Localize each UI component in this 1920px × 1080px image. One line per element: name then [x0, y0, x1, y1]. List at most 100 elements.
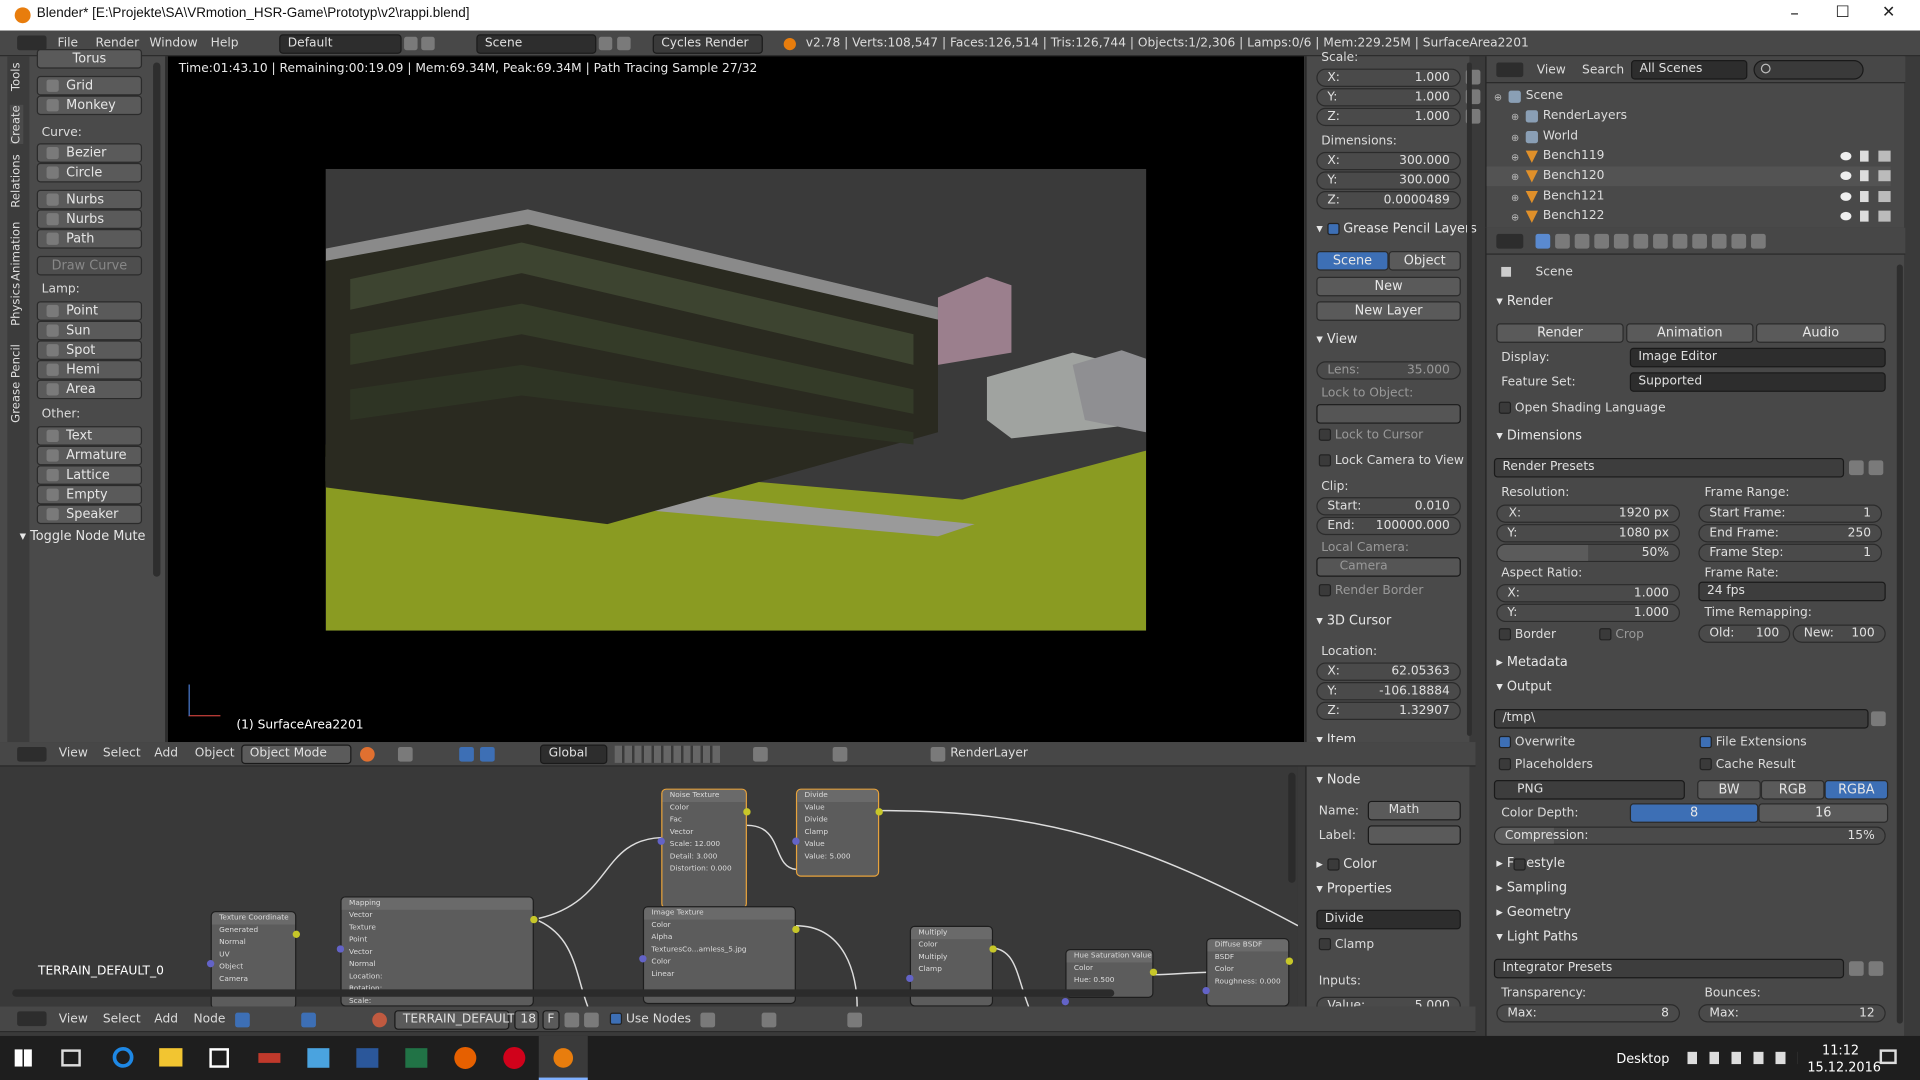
node-socket[interactable] — [1202, 986, 1210, 995]
gp-new-button[interactable]: New — [1316, 276, 1461, 297]
node-title[interactable]: Multiply — [911, 926, 992, 940]
cache-result-checkbox[interactable]: Cache Result — [1699, 757, 1796, 771]
transparency-max-field[interactable]: Max: 8 — [1496, 1004, 1681, 1023]
node-divide[interactable]: Divide Value Divide Clamp Value Value: 5.000 — [795, 788, 880, 877]
placeholders-checkbox[interactable]: Placeholders — [1498, 757, 1593, 771]
node-socket[interactable] — [1149, 968, 1158, 976]
firefox-icon[interactable] — [454, 1046, 477, 1069]
desktop-toolbar[interactable]: Desktop — [1616, 1052, 1669, 1067]
overwrite-checkbox[interactable]: Overwrite — [1498, 735, 1575, 749]
add-spot-lamp-button[interactable]: Spot — [36, 340, 143, 361]
math-operation-select[interactable]: Divide — [1316, 909, 1461, 930]
lens-field[interactable]: Lens: 35.000 — [1316, 361, 1461, 380]
remove-layout-icon[interactable] — [421, 36, 435, 51]
vp-menu-add[interactable]: Add — [154, 747, 178, 760]
render-engine-select[interactable]: Cycles Render — [652, 34, 763, 54]
tab-create[interactable]: Create — [9, 105, 24, 144]
cursor-x-field[interactable]: X: 62.05363 — [1316, 662, 1461, 681]
remove-scene-icon[interactable] — [617, 36, 631, 51]
add-integrator-preset-icon[interactable] — [1848, 961, 1864, 976]
gp-scene-button[interactable]: Scene — [1316, 251, 1389, 271]
remove-integrator-preset-icon[interactable] — [1868, 961, 1884, 976]
properties-scrollbar[interactable] — [1896, 264, 1903, 1024]
sampling-panel[interactable]: ▸ Sampling — [1496, 880, 1567, 895]
tab-physics[interactable]: Physics — [10, 283, 23, 326]
add-scene-icon[interactable] — [598, 36, 613, 51]
selectable-cursor-icon[interactable] — [1860, 210, 1869, 222]
aspect-x-field[interactable]: X: 1.000 — [1496, 584, 1681, 603]
add-sun-lamp-button[interactable]: Sun — [36, 320, 143, 341]
props-tab-modifiers-icon[interactable] — [1653, 233, 1668, 249]
clock-time[interactable]: 11:12 — [1822, 1043, 1859, 1058]
manipulator-icon[interactable] — [459, 746, 474, 762]
outliner-item-scene[interactable]: ⊕ Scene — [1487, 87, 1891, 107]
node-socket[interactable] — [1285, 957, 1294, 965]
remove-preset-icon[interactable] — [1868, 460, 1884, 476]
node-socket[interactable] — [336, 945, 345, 953]
gp-object-button[interactable]: Object — [1388, 251, 1461, 271]
audio-button[interactable]: Audio — [1755, 323, 1886, 343]
expand-icon[interactable]: ⊕ — [1494, 92, 1502, 103]
node-diffuse[interactable]: Diffuse BSDF BSDF Color Roughness: 0.000 — [1206, 937, 1290, 1007]
node-title[interactable]: Image Texture — [644, 907, 795, 920]
file-explorer-icon[interactable] — [159, 1048, 183, 1067]
add-grid-button[interactable]: Grid — [36, 75, 143, 96]
node-row[interactable]: Distortion: 0.000 — [662, 863, 745, 875]
props-tab-data-icon[interactable] — [1672, 233, 1688, 249]
screen-layout-select[interactable]: Default — [279, 34, 402, 54]
expand-icon[interactable]: ⊕ — [1511, 152, 1519, 163]
frame-step-field[interactable]: Frame Step: 1 — [1698, 543, 1883, 563]
add-layout-icon[interactable] — [404, 36, 418, 51]
node-vscrollbar[interactable] — [1288, 772, 1296, 883]
menu-help[interactable]: Help — [211, 37, 239, 50]
props-tab-world-icon[interactable] — [1594, 233, 1609, 249]
vp-menu-select[interactable]: Select — [103, 747, 141, 760]
file-extensions-checkbox[interactable]: File Extensions — [1699, 735, 1807, 749]
time-new-field[interactable]: New: 100 — [1792, 624, 1886, 643]
node-hscrollbar[interactable] — [12, 989, 1115, 997]
node-socket[interactable] — [875, 808, 883, 816]
material-slot-field[interactable]: TERRAIN_DEFAULT_0 — [394, 1010, 529, 1030]
vp-menu-view[interactable]: View — [59, 747, 88, 760]
node-socket[interactable] — [639, 955, 647, 963]
node-socket[interactable] — [792, 925, 800, 934]
grease-pencil-panel[interactable]: ▾ Grease Pencil Layers — [1316, 222, 1477, 237]
expand-icon[interactable]: ⊕ — [1511, 112, 1519, 123]
app-blue-icon[interactable] — [307, 1048, 330, 1068]
scale-x-field[interactable]: X: 1.000 — [1316, 68, 1461, 87]
render-panel[interactable]: ▾ Render — [1496, 294, 1552, 309]
ne-menu-view[interactable]: View — [59, 1013, 88, 1026]
visibility-eye-icon[interactable] — [1840, 211, 1852, 221]
freestyle-panel[interactable]: ▸ Freestyle — [1496, 856, 1565, 871]
add-monkey-button[interactable]: Monkey — [36, 95, 143, 116]
orientation-select[interactable]: Global — [540, 744, 608, 765]
props-tab-object-icon[interactable] — [1613, 233, 1629, 249]
compression-slider[interactable]: Compression: 15% — [1493, 826, 1886, 845]
scale-z-field[interactable]: Z: 1.000 — [1316, 107, 1461, 127]
fake-user-button[interactable]: F — [542, 1010, 560, 1030]
node-title[interactable]: Divide — [797, 789, 878, 803]
node-label-field[interactable] — [1367, 825, 1461, 845]
edge-icon[interactable] — [112, 1046, 134, 1068]
tab-tools[interactable]: Tools — [10, 62, 23, 91]
clamp-checkbox[interactable]: Clamp — [1318, 937, 1374, 951]
visibility-eye-icon[interactable] — [1840, 191, 1852, 201]
shading-icon[interactable] — [360, 746, 375, 762]
selectable-cursor-icon[interactable] — [1860, 190, 1869, 202]
aspect-y-field[interactable]: Y: 1.000 — [1496, 603, 1681, 623]
maximize-button[interactable]: ☐ — [1836, 4, 1850, 22]
freestyle-checkbox[interactable] — [1513, 858, 1526, 871]
node-row[interactable]: Hue: 0.500 — [1067, 975, 1153, 987]
props-tab-constraints-icon[interactable] — [1633, 233, 1649, 249]
border-checkbox[interactable]: Border — [1498, 628, 1556, 642]
value-input[interactable]: Value: 5.000 — [1316, 996, 1461, 1007]
node-row[interactable]: Roughness: 0.000 — [1207, 976, 1288, 988]
node-noise[interactable]: Noise Texture Color Fac Vector Scale: 12.000… — [661, 788, 747, 909]
scale-y-field[interactable]: Y: 1.000 — [1316, 88, 1461, 107]
add-point-lamp-button[interactable]: Point — [36, 301, 143, 321]
expand-icon[interactable]: ⊕ — [1511, 132, 1519, 143]
view-panel[interactable]: ▾ View — [1316, 332, 1357, 347]
add-circle-button[interactable]: Circle — [36, 162, 143, 183]
resolution-x-field[interactable]: 1920 px — [1496, 504, 1681, 523]
feature-set-select[interactable]: Supported — [1629, 372, 1886, 392]
